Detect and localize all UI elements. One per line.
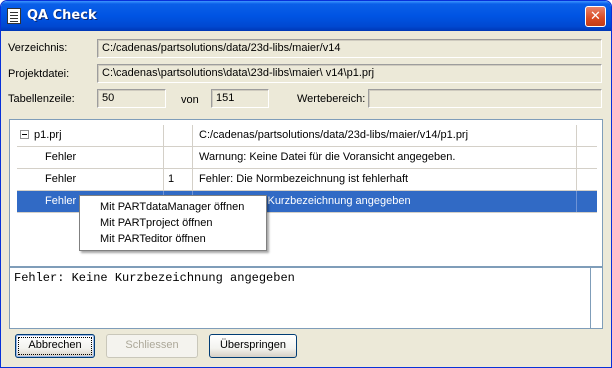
directory-field[interactable]: C:/cadenas/partsolutions/data/23d-libs/m… [97, 39, 602, 58]
tree-row[interactable]: Fehler Warnung: Keine Datei für die Vora… [17, 147, 597, 169]
project-file-label: Projektdatei: [8, 68, 70, 80]
table-row-label: Tabellenzeile: [8, 93, 75, 105]
menu-item-open-partproject[interactable]: Mit PARTproject öffnen [80, 215, 266, 231]
message-textarea[interactable]: Fehler: Keine Kurzbezeichnung angegeben [9, 267, 591, 329]
of-label: von [181, 94, 199, 106]
cancel-button[interactable]: Abbrechen [15, 334, 95, 358]
close-button[interactable]: Schliessen [106, 334, 198, 358]
close-window-button[interactable]: ✕ [585, 6, 606, 27]
tree-root-name: p1.prj [34, 129, 62, 141]
qa-check-dialog: QA Check ✕ Verzeichnis: C:/cadenas/parts… [0, 0, 612, 368]
tree-row[interactable]: Fehler 1 Fehler: Die Normbezeichnung ist… [17, 169, 597, 191]
range-label: Wertebereich: [297, 93, 366, 105]
range-field[interactable] [368, 89, 602, 108]
tree-row-line: 1 [164, 169, 193, 190]
tree-root-line [164, 125, 193, 146]
tree-row-message: Fehler: Die Normbezeichnung ist fehlerha… [193, 169, 577, 190]
tree-row-name: Fehler [45, 195, 77, 207]
document-list-icon [7, 8, 21, 24]
tree-root-path: C:/cadenas/partsolutions/data/23d-libs/m… [193, 125, 577, 146]
message-scrollbar[interactable] [591, 267, 603, 329]
tree-row-line [164, 147, 193, 168]
menu-item-open-partdatamanager[interactable]: Mit PARTdataManager öffnen [80, 199, 266, 215]
window-title: QA Check [27, 8, 97, 23]
directory-label: Verzeichnis: [8, 42, 68, 54]
tree-root-cell: p1.prj [17, 125, 164, 146]
title-bar[interactable]: QA Check ✕ [1, 1, 611, 31]
tree-root-row[interactable]: p1.prj C:/cadenas/partsolutions/data/23d… [17, 125, 597, 147]
menu-item-open-parteditor[interactable]: Mit PARTeditor öffnen [80, 231, 266, 247]
context-menu: Mit PARTdataManager öffnen Mit PARTproje… [79, 195, 267, 251]
table-row-field[interactable]: 50 [97, 89, 166, 108]
tree-row-message: Warnung: Keine Datei für die Voransicht … [193, 147, 577, 168]
skip-button[interactable]: Überspringen [209, 334, 297, 358]
tree-row-name: Fehler [45, 151, 77, 163]
tree-collapse-icon[interactable] [20, 130, 29, 139]
tree-row-name: Fehler [45, 173, 77, 185]
row-total-field[interactable]: 151 [211, 89, 269, 108]
project-file-field[interactable]: C:\cadenas\partsolutions\data\23d-libs\m… [97, 64, 602, 83]
